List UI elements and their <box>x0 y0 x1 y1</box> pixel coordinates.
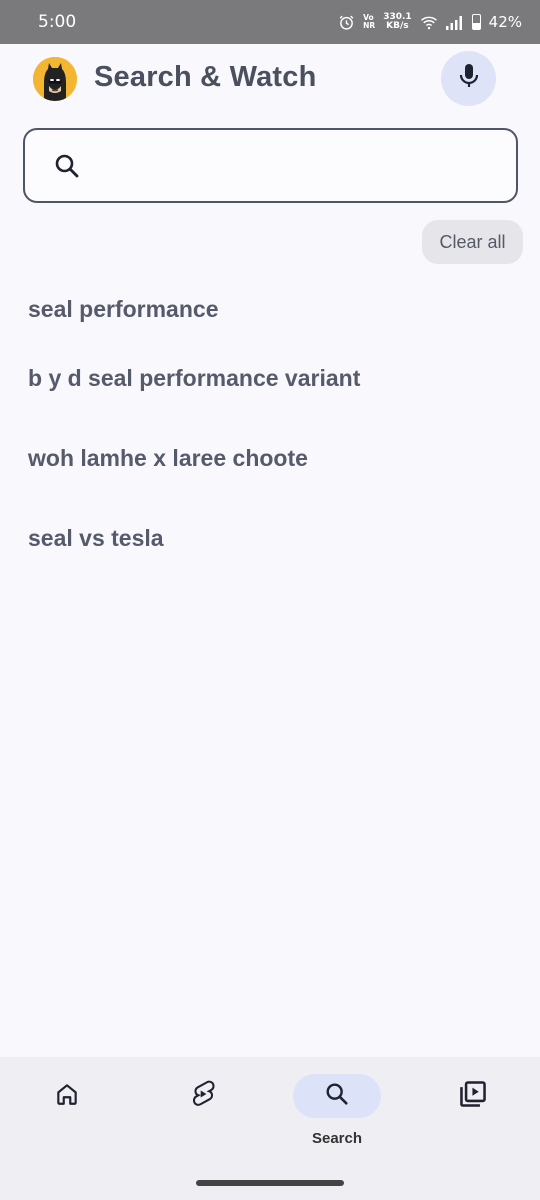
search-input[interactable] <box>101 144 501 186</box>
nav-library-pill <box>429 1074 517 1118</box>
speed-unit: KB/s <box>386 21 409 31</box>
nav-home-pill <box>23 1074 111 1118</box>
page-title: Search & Watch <box>94 61 317 93</box>
library-icon <box>458 1079 488 1114</box>
clear-all-button[interactable]: Clear all <box>422 220 523 264</box>
search-history-list: seal performance b y d seal performance … <box>28 280 518 578</box>
wifi-icon <box>420 15 438 30</box>
nav-search-pill <box>293 1074 381 1118</box>
batman-avatar[interactable] <box>33 57 77 101</box>
status-icons: Vo NR 330.1 KB/s 42% <box>338 13 522 31</box>
nav-search[interactable]: Search <box>293 1057 381 1167</box>
nav-home[interactable] <box>23 1057 111 1167</box>
battery-percent: 42% <box>488 13 522 31</box>
status-bar: 5:00 Vo NR 330.1 KB/s 42% <box>0 0 540 44</box>
volte-bottom: NR <box>363 21 376 30</box>
nav-library[interactable] <box>429 1057 517 1167</box>
nav-shorts[interactable] <box>159 1057 247 1167</box>
history-item[interactable]: b y d seal performance variant <box>28 338 518 418</box>
gesture-home-bar[interactable] <box>196 1180 344 1186</box>
status-time: 5:00 <box>38 12 77 32</box>
voice-search-button[interactable] <box>441 51 496 106</box>
history-item[interactable]: seal performance <box>28 280 518 338</box>
search-icon <box>324 1081 350 1112</box>
home-icon <box>54 1081 80 1112</box>
signal-icon <box>445 15 464 30</box>
app-header: Search & Watch <box>0 44 540 116</box>
nav-search-label: Search <box>311 1130 363 1147</box>
history-item[interactable]: woh lamhe x laree choote <box>28 418 518 498</box>
microphone-icon <box>458 63 480 94</box>
alarm-icon <box>338 14 355 31</box>
search-box[interactable] <box>23 128 518 203</box>
network-speed: 330.1 KB/s <box>383 13 411 31</box>
battery-icon <box>471 14 481 30</box>
volte-indicator: Vo NR <box>363 14 375 30</box>
shorts-icon <box>189 1079 217 1114</box>
history-item[interactable]: seal vs tesla <box>28 498 518 578</box>
nav-shorts-pill <box>159 1074 247 1118</box>
search-icon <box>53 152 81 185</box>
bottom-navigation: Search <box>0 1057 540 1200</box>
